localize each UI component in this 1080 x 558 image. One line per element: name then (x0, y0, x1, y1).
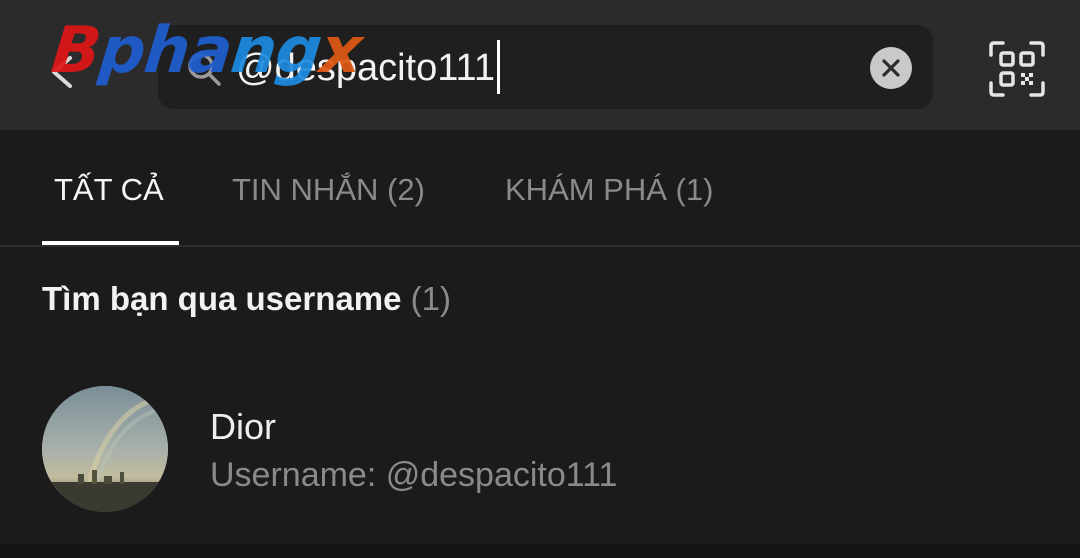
tab-all[interactable]: TẤT CẢ (54, 172, 164, 208)
tab-bar: TẤT CẢ TIN NHẮN (2) KHÁM PHÁ (1) (0, 130, 1080, 247)
section-count: (1) (410, 280, 451, 317)
tab-messages[interactable]: TIN NHẮN (2) (232, 172, 425, 208)
close-icon (882, 59, 900, 77)
back-arrow-icon (52, 56, 72, 88)
search-box[interactable]: @despacito111 (158, 25, 933, 109)
search-icon (188, 53, 221, 86)
bottom-divider (0, 544, 1080, 558)
avatar-image (42, 386, 168, 512)
section-title-text: Tìm bạn qua username (42, 280, 402, 317)
active-tab-indicator (42, 241, 179, 245)
clear-search-button[interactable] (870, 47, 912, 89)
search-header: @despacito111 Bphangx (0, 0, 1080, 130)
user-result-item[interactable]: Dior Username: @despacito111 (0, 370, 1080, 530)
text-cursor (497, 39, 501, 94)
search-input-text: @despacito111 (236, 47, 496, 89)
section-title: Tìm bạn qua username (1) (42, 280, 451, 318)
back-button[interactable] (40, 48, 88, 96)
result-username: Username: @despacito111 (210, 456, 618, 494)
result-name: Dior (210, 406, 277, 447)
qr-scan-icon (989, 41, 1045, 97)
tab-explore[interactable]: KHÁM PHÁ (1) (505, 172, 713, 208)
search-screen: @despacito111 Bphangx TẤT CẢ TIN NHẮN (2… (0, 0, 1080, 558)
avatar[interactable] (42, 386, 168, 512)
qr-scan-button[interactable] (988, 40, 1046, 98)
search-input[interactable]: @despacito111 (236, 39, 501, 94)
